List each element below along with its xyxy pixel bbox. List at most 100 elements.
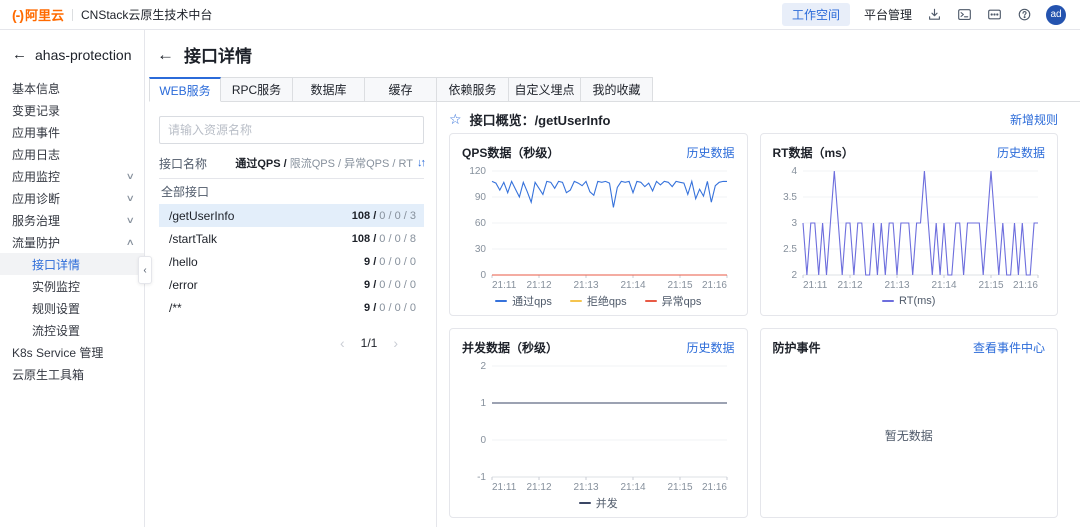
sidebar-collapse-handle[interactable]: ‹ [138,256,152,284]
svg-text:-1: -1 [477,472,486,483]
logo-text: 阿里云 [25,8,65,23]
next-page-icon[interactable]: › [393,335,398,351]
sidebar-item-规则设置[interactable]: 规则设置 [0,297,144,319]
sidebar-item-云原生工具箱[interactable]: 云原生工具箱 [0,363,144,385]
svg-text:21:14: 21:14 [620,280,645,291]
sidebar-item-接口详情[interactable]: 接口详情 [0,253,144,275]
tab-我的收藏[interactable]: 我的收藏 [581,77,653,102]
platform-manage-button[interactable]: 平台管理 [864,6,912,23]
interface-rows: /getUserInfo 108 / 0 / 0 / 3/startTalk 108… [159,204,424,319]
interface-row-/getUserInfo[interactable]: /getUserInfo 108 / 0 / 0 / 3 [159,204,424,227]
legend-item-异常qps[interactable]: 异常qps [644,293,701,309]
concurrency-chart-legend: 并发 [462,493,735,513]
page-back-icon[interactable]: ← [157,45,174,65]
chart-title: 并发数据（秒级） [462,341,559,355]
legend-swatch [644,300,657,302]
history-data-link[interactable]: 历史数据 [686,144,734,161]
sort-primary-label: 通过QPS / [235,158,287,170]
sidebar-item-服务治理[interactable]: 服务治理 ∨ [0,209,144,231]
svg-text:1: 1 [480,398,486,409]
sidebar-item-应用日志[interactable]: 应用日志 [0,143,144,165]
pagination: ‹ 1/1 › [159,335,424,351]
sidebar-header: ← ahas-protection [0,38,144,77]
qps-chart-card: QPS数据（秒级） 历史数据 0 30 60 90 120 21:11 21:12 21:13… [449,133,748,316]
alibaba-cloud-logo[interactable]: (-) 阿里云 [12,5,64,24]
sidebar-item-label: 接口详情 [32,257,81,272]
svg-text:21:16: 21:16 [1012,280,1037,291]
panel-title: 防护事件 [772,341,821,355]
divider [72,8,74,21]
page-header: ← 接口详情 [149,30,1080,77]
svg-text:21:15: 21:15 [667,280,692,291]
tab-数据库[interactable]: 数据库 [293,77,365,102]
empty-state: 暂无数据 [773,358,1046,513]
new-rule-link[interactable]: 新增规则 [1010,111,1058,128]
rt-chart-legend: RT(ms) [773,291,1046,311]
search-input[interactable] [159,116,424,144]
interface-row-/**[interactable]: /** 9 / 0 / 0 / 0 [159,296,424,319]
charts-panel: ☆ 接口概览：/getUserInfo 新增规则 QPS数据（秒级） 历史数据 … [437,102,1080,527]
tab-自定义埋点[interactable]: 自定义埋点 [509,77,581,102]
interface-row-/error[interactable]: /error 9 / 0 / 0 / 0 [159,273,424,296]
legend-item-并发[interactable]: 并发 [578,495,618,511]
interface-name: /** [169,300,182,315]
interface-list-panel: 接口名称 通过QPS / 限流QPS / 异常QPS / RT ↓↑ 全部接口 /… [149,102,437,527]
tab-依赖服务[interactable]: 依赖服务 [437,77,509,102]
sidebar-item-label: 应用日志 [12,147,61,162]
workspace-button[interactable]: 工作空间 [781,3,850,26]
svg-text:21:14: 21:14 [620,482,645,493]
tab-RPC服务[interactable]: RPC服务 [221,77,293,102]
tab-WEB服务[interactable]: WEB服务 [149,77,221,102]
svg-text:21:16: 21:16 [702,280,727,291]
history-data-link[interactable]: 历史数据 [997,144,1045,161]
app-root: (-) 阿里云 CNStack云原生技术中台 工作空间 平台管理 ad ← ah… [0,0,1080,527]
interface-metrics: 9 / 0 / 0 / 0 [364,255,416,268]
sidebar-item-label: 基本信息 [12,81,61,96]
favorite-star-icon[interactable]: ☆ [449,111,462,128]
event-center-link[interactable]: 查看事件中心 [973,339,1045,356]
svg-text:21:12: 21:12 [837,280,862,291]
sidebar-item-流控设置[interactable]: 流控设置 [0,319,144,341]
prev-page-icon[interactable]: ‹ [340,335,345,351]
svg-text:4: 4 [791,166,797,177]
interface-row-/startTalk[interactable]: /startTalk 108 / 0 / 0 / 8 [159,227,424,250]
card-header: 并发数据（秒级） 历史数据 [462,339,735,356]
sidebar-item-label: 流控设置 [32,323,81,338]
user-avatar[interactable]: ad [1046,4,1066,25]
legend-item-拒绝qps[interactable]: 拒绝qps [569,293,627,309]
sidebar-item-K8s Service 管理[interactable]: K8s Service 管理 [0,341,144,363]
chevron-up-icon: ∧ [126,236,136,247]
sidebar-item-应用诊断[interactable]: 应用诊断 ∨ [0,187,144,209]
chart-title: QPS数据（秒级） [462,146,560,160]
interface-name: /error [169,277,198,292]
sort-icon: ↓↑ [417,157,426,169]
rt-chart-card: RT数据（ms） 历史数据 2 2.5 3 3.5 4 21:11 21:12 21:13 21… [759,133,1058,316]
interface-name: /getUserInfo [169,208,235,223]
legend-item-RT(ms)[interactable]: RT(ms) [882,295,935,307]
tab-缓存[interactable]: 缓存 [365,77,437,102]
svg-text:0: 0 [480,435,486,446]
sidebar-item-应用事件[interactable]: 应用事件 [0,121,144,143]
card-header: 防护事件 查看事件中心 [773,339,1046,356]
terminal-icon[interactable] [956,7,972,23]
logo-mark: (-) [12,6,24,23]
sidebar-item-实例监控[interactable]: 实例监控 [0,275,144,297]
command-panel-icon[interactable] [986,7,1002,23]
svg-text:21:11: 21:11 [492,482,517,493]
download-icon[interactable] [926,7,942,23]
group-all-interfaces[interactable]: 全部接口 [159,178,424,204]
sidebar-item-应用监控[interactable]: 应用监控 ∨ [0,165,144,187]
sidebar-item-label: 实例监控 [32,279,81,294]
history-data-link[interactable]: 历史数据 [686,339,734,356]
sort-control[interactable]: 通过QPS / 限流QPS / 异常QPS / RT ↓↑ [235,155,426,171]
svg-text:21:13: 21:13 [573,482,598,493]
sidebar-item-基本信息[interactable]: 基本信息 [0,77,144,99]
interface-row-/hello[interactable]: /hello 9 / 0 / 0 / 0 [159,250,424,273]
sidebar-item-变更记录[interactable]: 变更记录 [0,99,144,121]
chevron-down-icon: ∨ [126,214,136,225]
sidebar-item-流量防护[interactable]: 流量防护 ∧ [0,231,144,253]
svg-text:21:12: 21:12 [526,482,551,493]
legend-item-通过qps[interactable]: 通过qps [495,293,552,309]
back-icon[interactable]: ← [12,46,27,63]
help-icon[interactable] [1016,7,1032,23]
